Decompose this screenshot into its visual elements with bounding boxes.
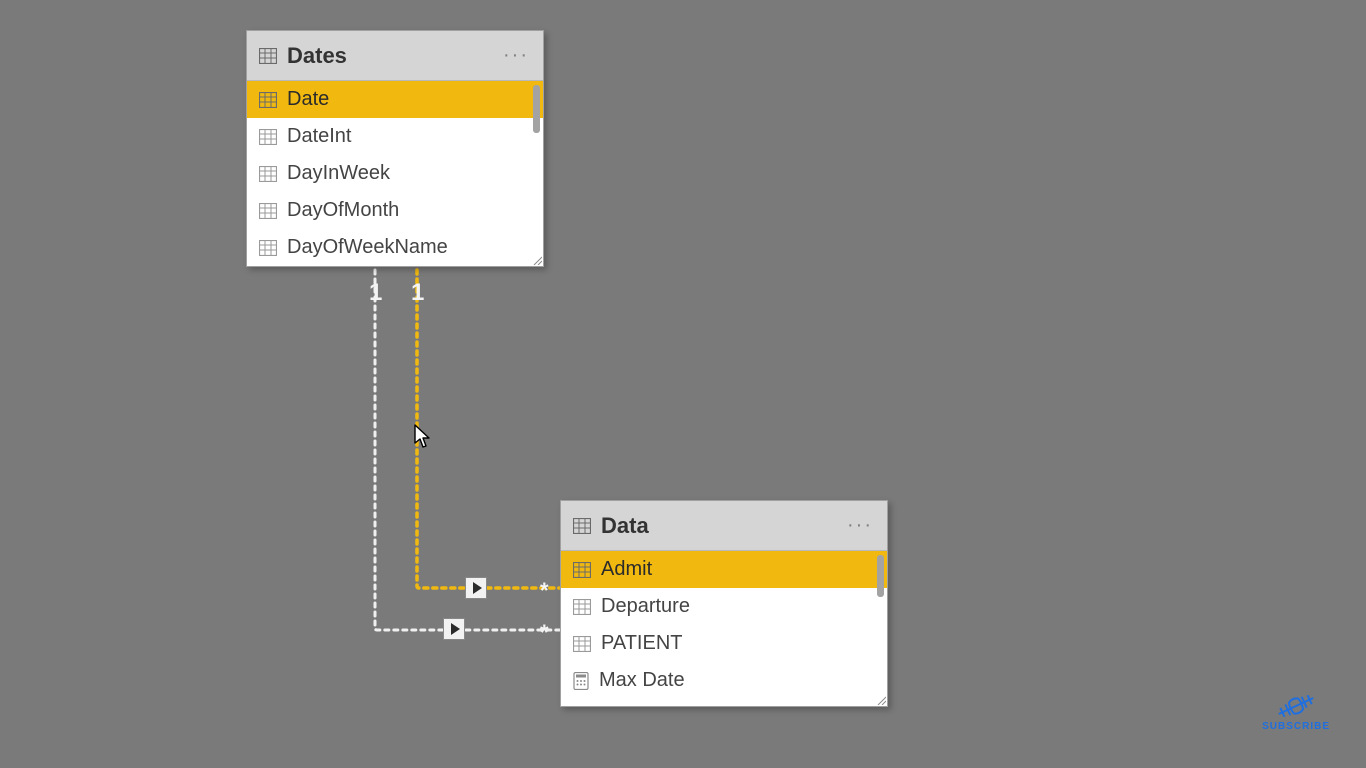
table-header-dates[interactable]: Dates ··· bbox=[247, 31, 543, 81]
subscribe-label: SUBSCRIBE bbox=[1262, 721, 1330, 732]
table-card-dates[interactable]: Dates ··· Date DateInt DayInWeek bbox=[246, 30, 544, 267]
resize-handle[interactable] bbox=[532, 255, 542, 265]
field-row[interactable]: Departure bbox=[561, 588, 887, 625]
field-label: Admit bbox=[601, 558, 652, 581]
column-icon bbox=[573, 562, 591, 578]
relationship-line-inactive[interactable] bbox=[375, 270, 560, 630]
cardinality-from-rel1: 1 bbox=[369, 279, 382, 307]
table-card-data[interactable]: Data ··· Admit Departure PATIENT bbox=[560, 500, 888, 707]
field-label: DayOfWeekName bbox=[287, 236, 448, 259]
field-label: Max Date bbox=[599, 669, 685, 692]
table-body-data: Admit Departure PATIENT Max Date bbox=[561, 551, 887, 706]
table-title: Dates bbox=[287, 43, 347, 69]
filter-direction-marker-inactive[interactable] bbox=[443, 618, 465, 640]
field-label: DateInt bbox=[287, 125, 351, 148]
filter-direction-marker-active[interactable] bbox=[465, 577, 487, 599]
field-label: Departure bbox=[601, 595, 690, 618]
resize-handle[interactable] bbox=[876, 695, 886, 705]
field-row[interactable]: DayInWeek bbox=[247, 155, 543, 192]
column-icon bbox=[259, 240, 277, 256]
table-icon bbox=[573, 518, 591, 534]
column-icon bbox=[259, 129, 277, 145]
table-title: Data bbox=[601, 513, 649, 539]
table-body-dates: Date DateInt DayInWeek DayOfMonth DayOfW… bbox=[247, 81, 543, 266]
scrollbar-thumb[interactable] bbox=[533, 85, 540, 133]
arrow-right-icon bbox=[473, 582, 482, 594]
table-header-data[interactable]: Data ··· bbox=[561, 501, 887, 551]
field-label: PATIENT bbox=[601, 632, 682, 655]
field-row[interactable]: DateInt bbox=[247, 118, 543, 155]
scrollbar-thumb[interactable] bbox=[877, 555, 884, 597]
field-label: DayInWeek bbox=[287, 162, 390, 185]
field-row[interactable]: Max Date bbox=[561, 662, 887, 699]
field-row[interactable]: DayOfWeekName bbox=[247, 229, 543, 266]
scrollbar[interactable] bbox=[533, 85, 540, 262]
cardinality-to-rel2: * bbox=[540, 578, 549, 604]
cursor-icon bbox=[414, 424, 432, 450]
column-icon bbox=[259, 92, 277, 108]
field-row[interactable]: Date bbox=[247, 81, 543, 118]
calculator-icon bbox=[573, 672, 589, 690]
field-label: DayOfMonth bbox=[287, 199, 399, 222]
field-label: Date bbox=[287, 88, 329, 111]
scrollbar[interactable] bbox=[877, 555, 884, 702]
arrow-right-icon bbox=[451, 623, 460, 635]
field-row[interactable]: Admit bbox=[561, 551, 887, 588]
table-menu-button[interactable]: ··· bbox=[501, 44, 531, 67]
column-icon bbox=[259, 166, 277, 182]
column-icon bbox=[259, 203, 277, 219]
relationship-line-active[interactable] bbox=[417, 270, 560, 588]
table-icon bbox=[259, 48, 277, 64]
field-row[interactable]: DayOfMonth bbox=[247, 192, 543, 229]
cardinality-from-rel2: 1 bbox=[411, 279, 424, 307]
cardinality-to-rel1: * bbox=[540, 620, 549, 646]
subscribe-watermark: SUBSCRIBE bbox=[1262, 695, 1330, 732]
column-icon bbox=[573, 599, 591, 615]
column-icon bbox=[573, 636, 591, 652]
table-menu-button[interactable]: ··· bbox=[845, 514, 875, 537]
field-row[interactable]: PATIENT bbox=[561, 625, 887, 662]
